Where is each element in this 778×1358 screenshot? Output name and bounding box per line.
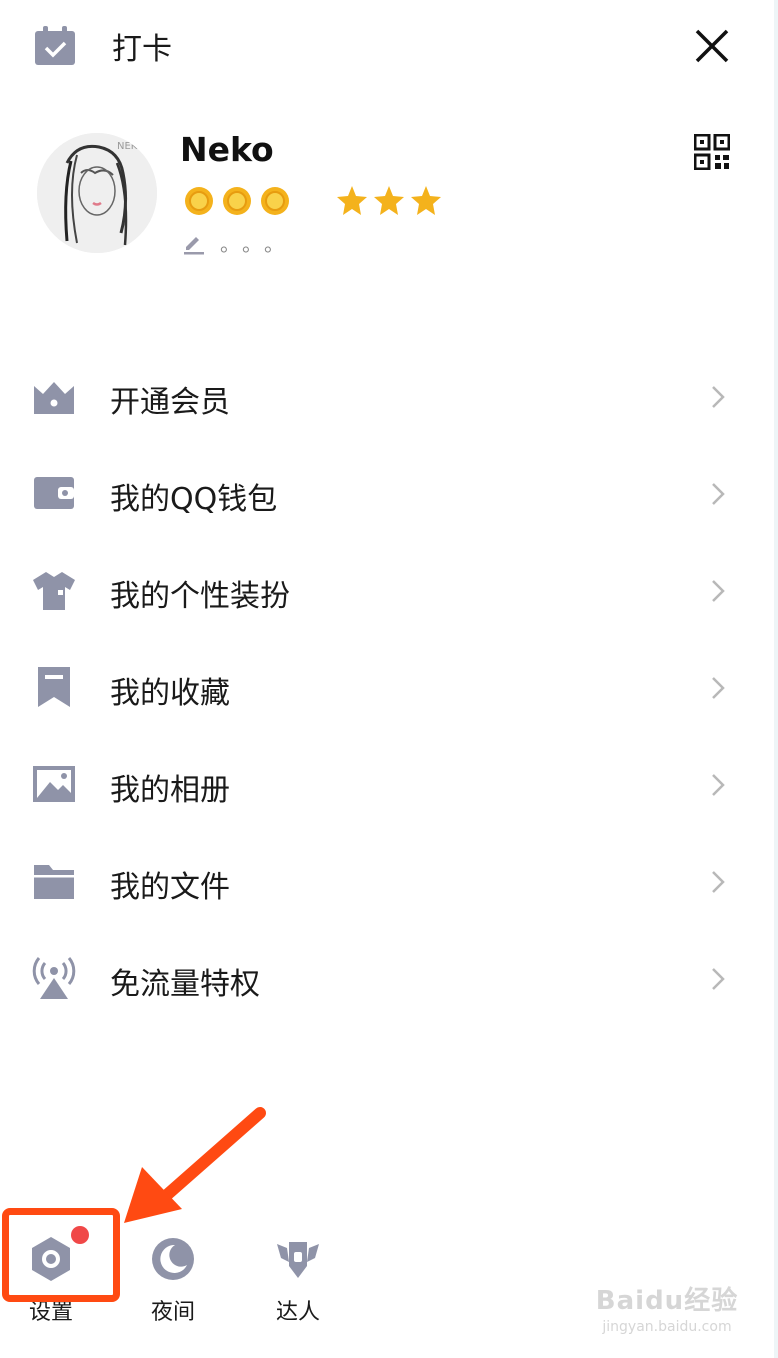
crown-icon [34,382,74,414]
pencil-icon [184,236,204,254]
menu-item-personalize[interactable]: 我的个性装扮 [0,554,770,626]
menu-item-album[interactable]: 我的相册 [0,748,770,820]
menu-item-label: 开通会员 [110,385,230,420]
nickname[interactable]: Neko [180,130,274,169]
sun-level-icon [223,187,251,215]
chevron-right-icon [712,580,725,602]
settings-label: 设置 [28,1300,73,1325]
chevron-right-icon [712,483,725,505]
folder-icon [34,865,74,899]
avatar-drawing: NEK [37,133,157,253]
menu-item-files[interactable]: 我的文件 [0,845,770,917]
chevron-right-icon [712,968,725,990]
menu-item-label: 我的收藏 [110,676,230,711]
signature-edit[interactable]: 。。。 [182,228,296,257]
signature-text: 。。。 [220,232,296,256]
right-edge-strip [774,0,778,1358]
chevron-right-icon [712,677,725,699]
night-mode-label: 夜间 [150,1300,195,1325]
avatar[interactable]: NEK [37,133,157,253]
menu-item-free-data[interactable]: 免流量特权 [0,942,770,1014]
star-level-icon [411,186,441,215]
chevron-right-icon [712,386,725,408]
moon-icon [152,1238,194,1280]
qr-code-icon[interactable] [694,134,730,170]
chevron-right-icon [712,774,725,796]
watermark-line2: jingyan.baidu.com [602,1319,732,1335]
settings-button[interactable]: 设置 [1,1226,101,1332]
signal-tower-icon [32,957,76,999]
sun-level-icon [185,187,213,215]
menu-item-wallet[interactable]: 我的QQ钱包 [0,457,770,529]
star-level-icon [337,186,367,215]
star-level-icon [374,186,404,215]
bookmark-icon [38,667,70,707]
menu-item-vip[interactable]: 开通会员 [0,360,770,432]
menu-item-label: 我的个性装扮 [110,579,290,614]
checkin-label: 打卡 [112,32,172,67]
calendar-check-icon [35,26,75,65]
checkin-button[interactable]: 打卡 [34,24,172,68]
menu-item-label: 我的QQ钱包 [110,482,278,517]
watermark-line1: Baidu经验 [595,1286,739,1316]
winged-badge-icon [277,1242,319,1278]
menu-item-label: 免流量特权 [110,967,260,1002]
notification-badge [71,1226,89,1244]
night-mode-button[interactable]: 夜间 [123,1232,223,1332]
menu-item-label: 我的文件 [110,870,230,905]
expert-button[interactable]: 达人 [248,1232,348,1332]
sun-level-icon [261,187,289,215]
level-badges[interactable] [182,183,444,219]
expert-label: 达人 [275,1300,320,1325]
settings-hex-icon [32,1237,70,1281]
chevron-right-icon [712,871,725,893]
moon-level-icon [302,187,326,216]
photo-icon [33,766,75,802]
menu-item-label: 我的相册 [110,773,230,808]
close-icon[interactable] [694,28,730,64]
menu-item-favorites[interactable]: 我的收藏 [0,651,770,723]
annotation-arrow [124,1107,266,1223]
avatar-text: NEK [117,141,138,152]
wallet-icon [34,477,74,509]
baidu-watermark: Baidu经验 jingyan.baidu.com [592,1280,742,1335]
shirt-icon [33,572,75,610]
